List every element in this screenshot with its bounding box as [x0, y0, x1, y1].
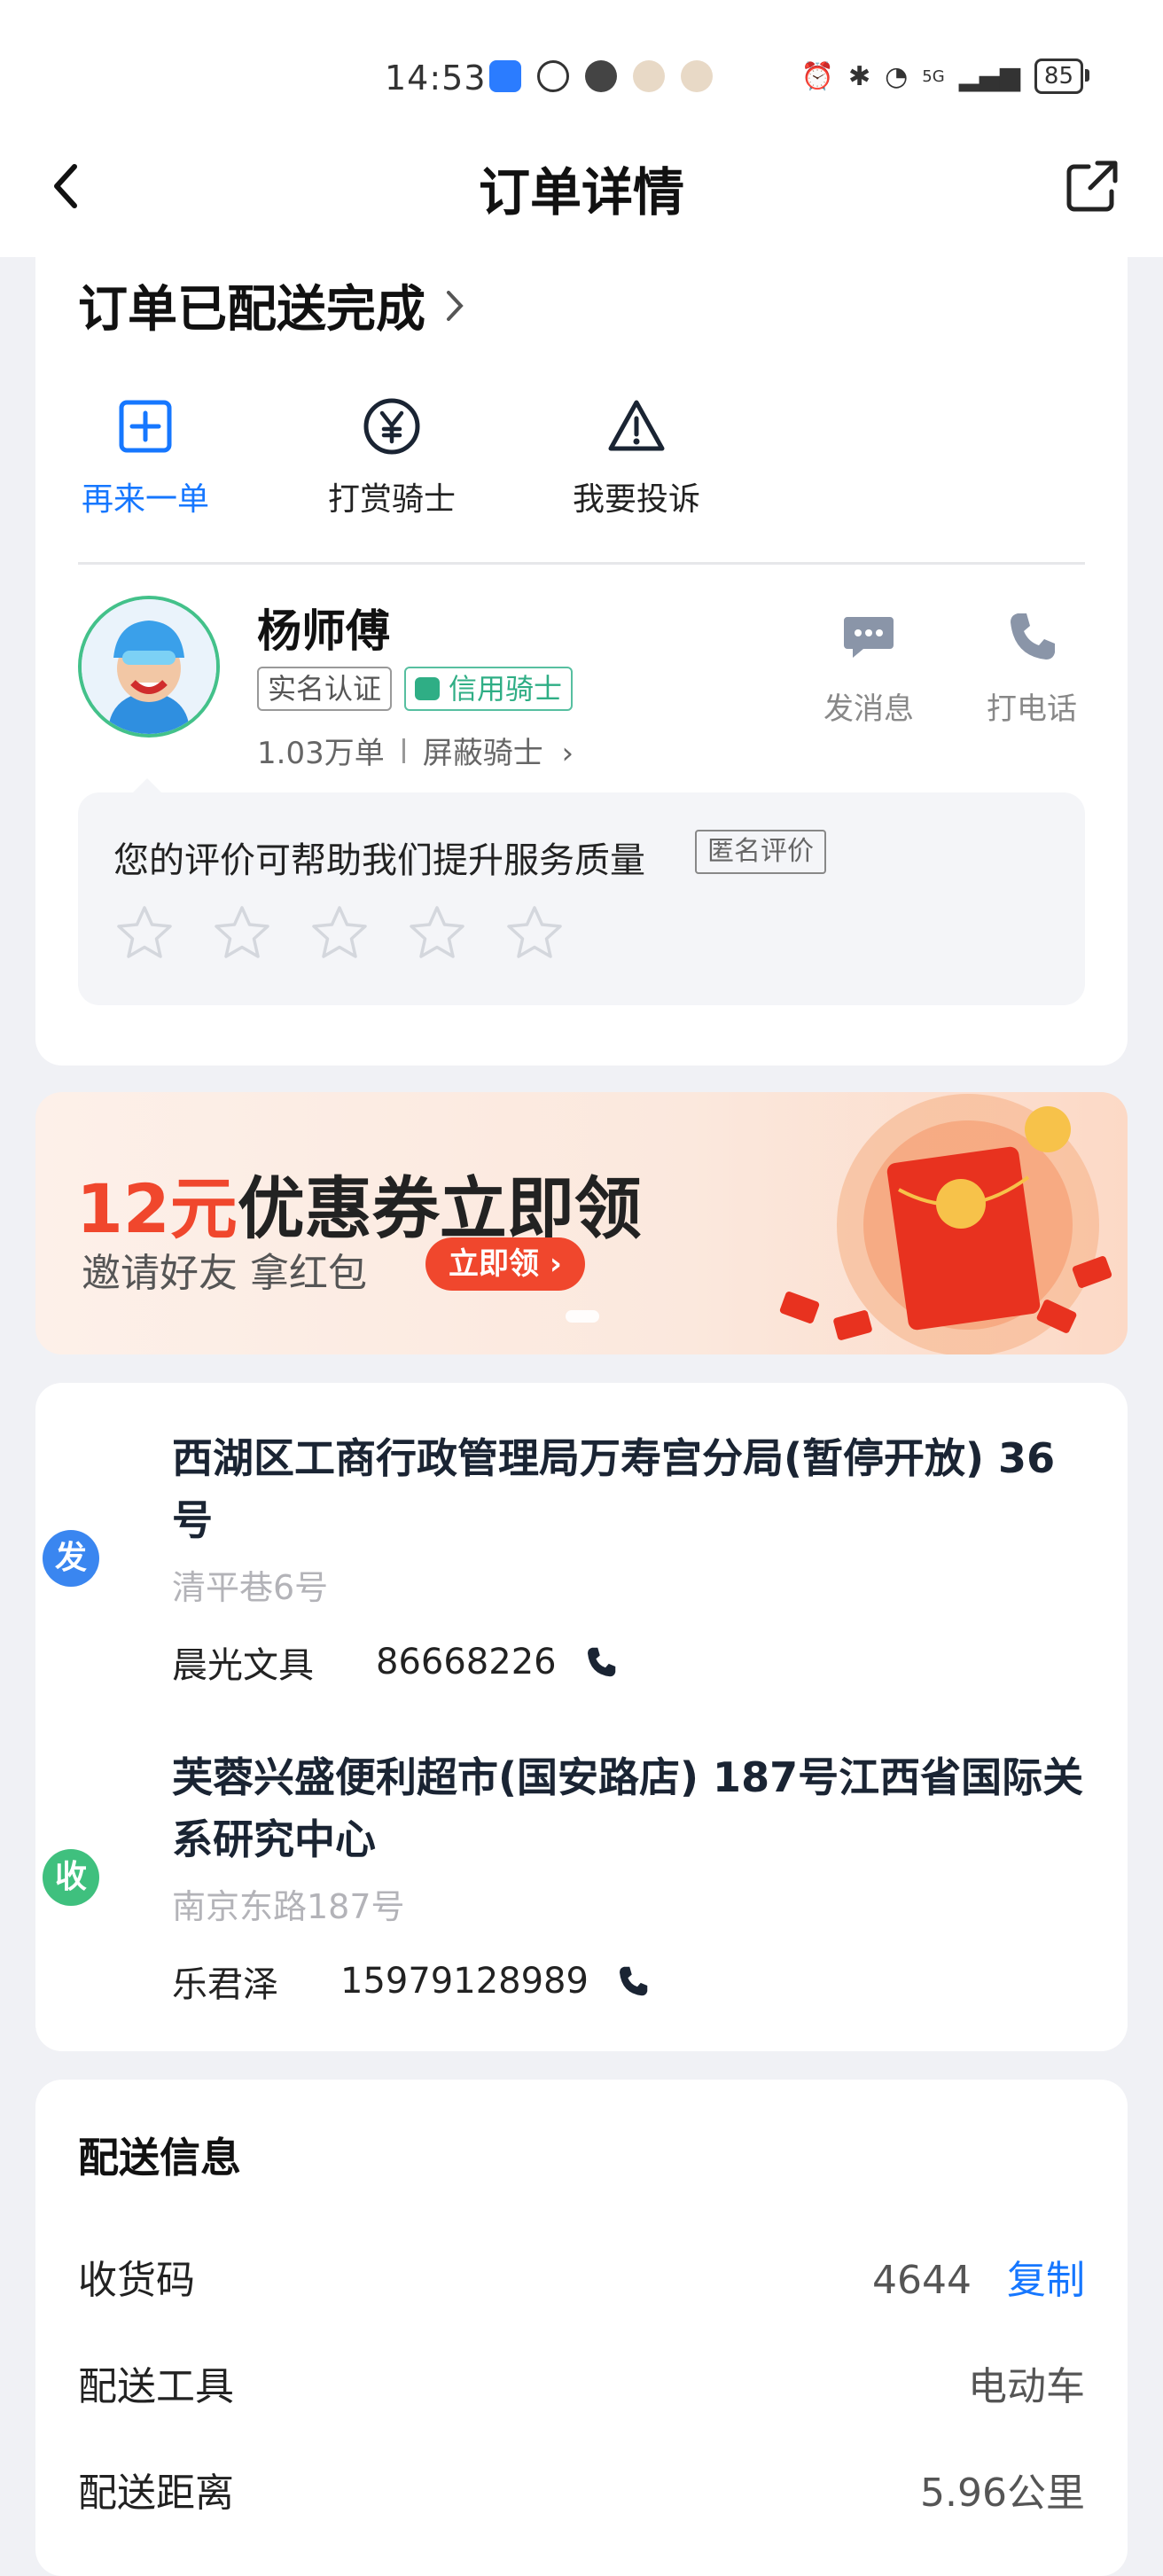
network-label: 5G	[922, 66, 945, 86]
battery-icon: 85	[1034, 59, 1090, 94]
claim-button[interactable]: 立即领 ›	[425, 1237, 585, 1291]
call-rider-button[interactable]: 打电话	[970, 608, 1094, 728]
sender-badge: 发	[43, 1530, 99, 1587]
alarm-icon: ⏰	[800, 60, 834, 92]
credit-rider-badge: 信用骑士	[404, 667, 574, 711]
notification-icons	[489, 60, 713, 92]
pickup-code-row: 收货码 4644 复制	[78, 2248, 1085, 2305]
pickup-code-value: 4644	[872, 2258, 972, 2303]
credit-rider-label: 信用骑士	[449, 672, 563, 706]
claim-label: 立即领	[449, 1246, 539, 1282]
verified-badge: 实名认证	[257, 667, 393, 711]
delivery-info-title: 配送信息	[78, 2134, 241, 2182]
reorder-label: 再来一单	[81, 481, 209, 518]
delivery-distance-value: 5.96公里	[920, 2471, 1085, 2516]
block-rider-link[interactable]: 屏蔽骑士 ›	[423, 729, 574, 772]
coupon-banner[interactable]: 12元优惠券立即领 邀请好友 拿红包 立即领 ›	[35, 1092, 1128, 1354]
message-icon	[844, 617, 894, 658]
bluetooth-icon: ✱	[847, 60, 871, 92]
share-icon	[1066, 160, 1118, 212]
cat-icon	[681, 60, 713, 92]
banner-title-text: 优惠券立即领	[237, 1169, 642, 1248]
pickup-code-label: 收货码	[78, 2258, 195, 2303]
yen-circle-icon	[363, 398, 420, 455]
leaf-icon	[415, 677, 440, 700]
rider-name: 杨师傅	[257, 605, 390, 657]
reorder-button[interactable]: 再来一单	[57, 395, 234, 519]
sender-phone: 86668226	[376, 1642, 557, 1682]
phone-icon	[1011, 613, 1055, 660]
runner-icon	[537, 60, 569, 92]
phone-icon[interactable]	[583, 1644, 619, 1680]
wifi-icon: ◔	[885, 60, 909, 92]
delivery-distance-row: 配送距离 5.96公里	[78, 2461, 1085, 2517]
status-time: 14:53	[385, 59, 487, 98]
anonymous-rating-badge: 匿名评价	[695, 830, 826, 874]
rider-order-count: 1.03万单	[257, 736, 385, 771]
banner-subtitle: 邀请好友 拿红包	[82, 1251, 367, 1296]
order-status-card: 订单已配送完成 再来一单 打赏骑士 我要投诉 杨师傅 实名认证 信用骑士 1.0…	[35, 245, 1128, 1066]
rating-panel: 您的评价可帮助我们提升服务质量 匿名评价	[78, 778, 1085, 1005]
cat-icon	[633, 60, 665, 92]
warning-triangle-icon	[608, 400, 665, 451]
divider	[78, 562, 1085, 565]
copy-button[interactable]: 复制	[1007, 2258, 1085, 2303]
receiver-contact: 乐君泽 15979128989	[172, 1955, 651, 2007]
tip-rider-label: 打赏骑士	[327, 481, 456, 518]
block-rider-label: 屏蔽骑士	[422, 736, 543, 771]
receiver-badge: 收	[43, 1849, 99, 1906]
system-indicators: ⏰ ✱ ◔ 5G ▂▄▆ 85	[800, 59, 1090, 94]
tip-rider-button[interactable]: 打赏骑士	[303, 395, 480, 519]
carousel-indicator	[566, 1310, 599, 1323]
star-icon[interactable]	[211, 902, 273, 964]
star-icon[interactable]	[308, 902, 371, 964]
star-icon[interactable]	[503, 902, 566, 964]
signal-icon: ▂▄▆	[958, 60, 1020, 92]
sender-address: 西湖区工商行政管理局万寿宫分局(暂停开放) 36号	[172, 1434, 1056, 1544]
sender-contact: 晨光文具 86668226	[172, 1636, 619, 1688]
message-rider-button[interactable]: 发消息	[807, 608, 931, 728]
receiver-contact-name: 乐君泽	[172, 1964, 278, 2005]
star-icon[interactable]	[113, 902, 176, 964]
star-rating	[113, 902, 566, 964]
receiver-sub-address: 南京东路187号	[172, 1887, 405, 1926]
chevron-right-icon: ›	[561, 736, 574, 771]
app-icon	[489, 60, 521, 92]
rider-avatar-image	[82, 599, 216, 734]
delivery-tool-value: 电动车	[968, 2364, 1085, 2409]
complain-button[interactable]: 我要投诉	[548, 395, 725, 519]
nav-header: 订单详情	[0, 133, 1163, 257]
star-icon[interactable]	[406, 902, 468, 964]
phone-icon[interactable]	[615, 1963, 651, 1999]
banner-amount: 12元	[76, 1169, 238, 1248]
sender-sub-address: 清平巷6号	[172, 1568, 329, 1607]
complain-label: 我要投诉	[572, 481, 700, 518]
receiver-phone: 15979128989	[340, 1961, 589, 2002]
separator	[402, 738, 405, 763]
delivery-distance-label: 配送距离	[78, 2471, 234, 2516]
order-status-title: 订单已配送完成	[78, 281, 425, 339]
order-status-link[interactable]: 订单已配送完成	[78, 269, 464, 341]
delivery-info-card: 配送信息 收货码 4644 复制 配送工具 电动车 配送距离 5.96公里	[35, 2080, 1128, 2576]
rider-stats: 1.03万单 屏蔽骑士 ›	[257, 729, 574, 772]
order-actions: 再来一单 打赏骑士 我要投诉	[78, 395, 1085, 519]
receiver-address: 芙蓉兴盛便利超市(国安路店) 187号江西省国际关系研究中心	[172, 1753, 1084, 1863]
share-button[interactable]	[1062, 156, 1122, 216]
chevron-right-icon	[447, 290, 464, 321]
call-label: 打电话	[987, 691, 1077, 727]
chat-bubble-icon	[585, 60, 617, 92]
pickup-code-value-wrap: 4644 复制	[872, 2248, 1085, 2305]
page-title: 订单详情	[478, 162, 684, 222]
delivery-tool-label: 配送工具	[78, 2364, 234, 2409]
red-envelope-illustration	[779, 1094, 1112, 1354]
message-label: 发消息	[823, 691, 914, 727]
plus-square-icon	[119, 400, 172, 453]
sender-contact-name: 晨光文具	[172, 1645, 314, 1686]
status-bar: 14:53 ⏰ ✱ ◔ 5G ▂▄▆ 85	[0, 0, 1163, 151]
rider-avatar[interactable]	[78, 596, 220, 738]
rating-prompt: 您的评价可帮助我们提升服务质量	[113, 840, 645, 881]
delivery-tool-row: 配送工具 电动车	[78, 2354, 1085, 2411]
